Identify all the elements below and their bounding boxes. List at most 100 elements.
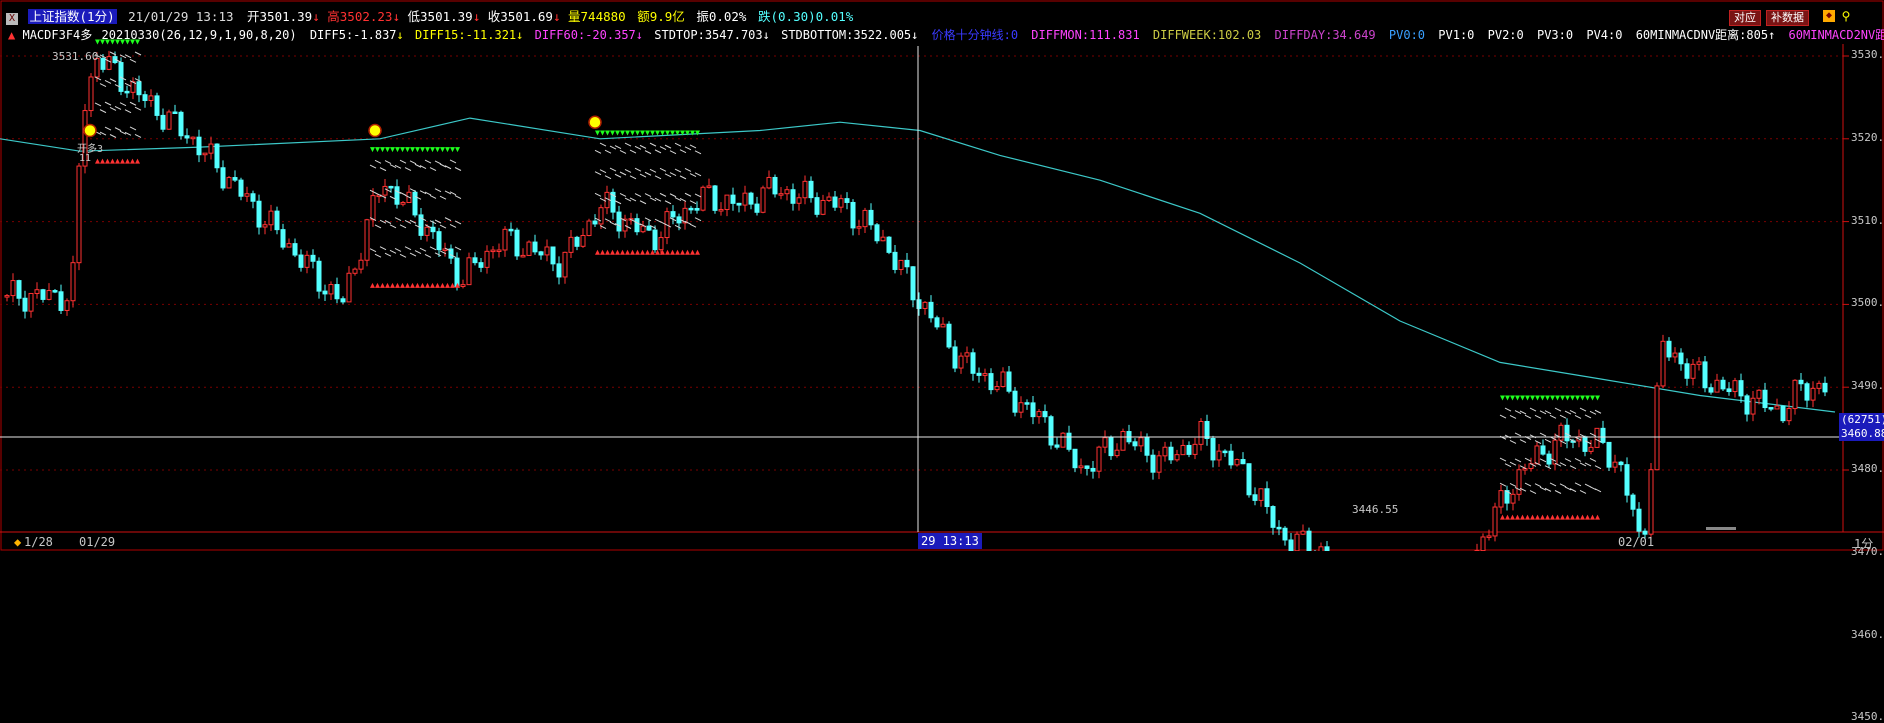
signal-tick bbox=[375, 254, 381, 257]
candle-body bbox=[1067, 433, 1071, 449]
indicator-pv1: PV1:0 bbox=[1438, 28, 1474, 42]
candle-body bbox=[1595, 428, 1599, 447]
candle-body bbox=[455, 258, 459, 286]
signal-tick bbox=[430, 168, 436, 171]
quote-amount: 额9.9亿 bbox=[637, 9, 685, 24]
stock-name[interactable]: 上证指数(1分) bbox=[28, 9, 117, 24]
signal-tick bbox=[595, 150, 601, 153]
signal-tick bbox=[1535, 484, 1541, 487]
buy-arrow-icon bbox=[1580, 395, 1585, 400]
kline-chart[interactable] bbox=[0, 0, 1884, 551]
signal-tick bbox=[1510, 462, 1516, 465]
signal-tick bbox=[395, 165, 401, 168]
candle-body bbox=[1703, 362, 1707, 388]
scroll-thumb[interactable] bbox=[1706, 527, 1736, 530]
indicator-name[interactable]: MACDF3F4多 bbox=[22, 28, 92, 42]
candle-body bbox=[1793, 380, 1797, 408]
signal-tick bbox=[380, 168, 386, 171]
signal-tick bbox=[455, 247, 461, 250]
signal-tick bbox=[650, 169, 656, 172]
period-label[interactable]: 1分 bbox=[1854, 535, 1873, 552]
buy-arrow-icon bbox=[690, 131, 695, 136]
candle-body bbox=[323, 291, 327, 294]
signal-tick bbox=[620, 193, 626, 196]
sell-arrow-icon bbox=[105, 159, 110, 164]
candle-body bbox=[185, 136, 189, 138]
candle-body bbox=[257, 201, 261, 227]
candle-body bbox=[791, 190, 795, 204]
signal-tick bbox=[695, 173, 701, 176]
pin-icon[interactable]: ⚲ bbox=[1839, 9, 1853, 23]
candle-body bbox=[1679, 353, 1683, 364]
signal-tick bbox=[660, 147, 666, 150]
signal-tick bbox=[1525, 458, 1531, 461]
sell-arrow-icon bbox=[395, 283, 400, 288]
diamond-icon[interactable]: ◆ bbox=[1823, 10, 1835, 22]
quote-volume: 量744880 bbox=[568, 9, 626, 24]
sell-arrow-icon bbox=[655, 250, 660, 255]
sell-arrow-icon bbox=[595, 250, 600, 255]
candle-body bbox=[617, 212, 621, 231]
candle-body bbox=[5, 296, 9, 298]
candle-body bbox=[845, 199, 849, 203]
candle-body bbox=[491, 250, 495, 252]
signal-tick bbox=[620, 150, 626, 153]
candle-body bbox=[269, 211, 273, 225]
buy-arrow-icon bbox=[375, 147, 380, 152]
sell-arrow-icon bbox=[380, 283, 385, 288]
sell-arrow-icon bbox=[610, 250, 615, 255]
signal-tick bbox=[640, 145, 646, 148]
prev-session-icon[interactable]: ◆ bbox=[14, 535, 21, 549]
candle-body bbox=[215, 144, 219, 168]
candle-body bbox=[533, 242, 537, 252]
crosshair-price-badge: 3460.88 bbox=[1839, 427, 1884, 441]
signal-tick bbox=[615, 201, 621, 204]
signal-tick bbox=[1575, 415, 1581, 418]
candle-body bbox=[587, 221, 591, 235]
signal-tick bbox=[440, 196, 446, 199]
candle-body bbox=[1709, 388, 1713, 392]
menu-icon[interactable]: X bbox=[6, 13, 18, 25]
signal-tick bbox=[1525, 415, 1531, 418]
candle-body bbox=[1817, 383, 1821, 388]
signal-tick bbox=[665, 145, 671, 148]
duiying-button[interactable]: 对应 bbox=[1729, 10, 1761, 26]
indicator-macdnv: 60MINMACDNV距离:805 bbox=[1636, 28, 1768, 42]
fill-data-button[interactable]: 补数据 bbox=[1766, 10, 1809, 26]
signal-tick bbox=[630, 176, 636, 179]
candle-body bbox=[389, 186, 393, 188]
signal-tick bbox=[1560, 484, 1566, 487]
signal-tick bbox=[600, 170, 606, 173]
signal-tick bbox=[680, 176, 686, 179]
sell-arrow-icon bbox=[445, 283, 450, 288]
signal-tick bbox=[120, 103, 126, 106]
buy-arrow-icon bbox=[380, 147, 385, 152]
signal-tick bbox=[615, 146, 621, 149]
candle-body bbox=[125, 91, 129, 93]
candle-body bbox=[893, 252, 897, 269]
sell-arrow-icon bbox=[420, 283, 425, 288]
candle-body bbox=[1175, 455, 1179, 460]
sell-arrow-icon bbox=[130, 159, 135, 164]
candle-body bbox=[593, 221, 597, 224]
candle-body bbox=[23, 298, 27, 311]
signal-tick bbox=[1520, 440, 1526, 443]
candle-body bbox=[581, 236, 585, 247]
buy-arrow-icon bbox=[385, 147, 390, 152]
buy-arrow-icon bbox=[1560, 395, 1565, 400]
diff15-arrow-icon: ↓ bbox=[516, 28, 523, 42]
buy-arrow-icon bbox=[400, 147, 405, 152]
candle-body bbox=[899, 260, 903, 269]
signal-tick bbox=[1570, 466, 1576, 469]
candle-body bbox=[773, 177, 777, 193]
candle-body bbox=[1247, 464, 1251, 495]
sell-arrow-icon bbox=[125, 159, 130, 164]
candle-body bbox=[1619, 462, 1623, 464]
candle-body bbox=[965, 353, 969, 356]
signal-tick bbox=[370, 249, 376, 252]
sell-arrow-icon bbox=[1550, 515, 1555, 520]
indicator-pv0: PV0:0 bbox=[1389, 28, 1425, 42]
signal-tick bbox=[410, 253, 416, 256]
signal-tick bbox=[135, 52, 141, 55]
candle-body bbox=[935, 318, 939, 327]
